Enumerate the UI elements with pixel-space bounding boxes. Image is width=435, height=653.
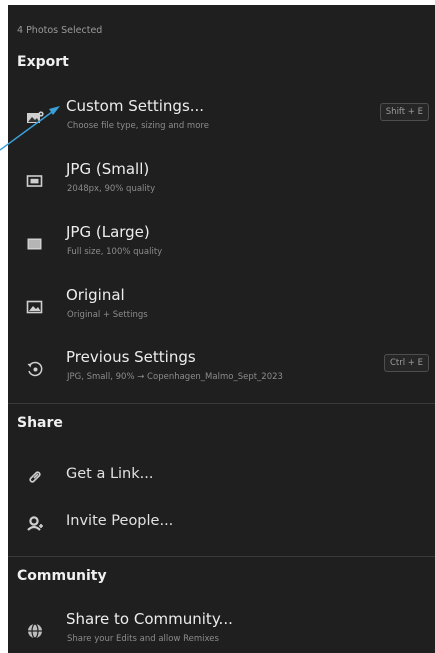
menu-item-subtitle: Share your Edits and allow Remixes [67, 634, 219, 644]
jpg-small-icon [26, 172, 44, 190]
menu-item-title: JPG (Small) [66, 160, 150, 178]
menu-item-title: Previous Settings [66, 348, 196, 366]
selection-count: 4 Photos Selected [17, 25, 103, 36]
menu-item-previous-settings[interactable]: Previous Settings JPG, Small, 90% → Cope… [8, 348, 435, 404]
menu-item-custom-settings[interactable]: Custom Settings... Choose file type, siz… [8, 97, 435, 153]
menu-item-invite-people[interactable]: Invite People... [8, 509, 435, 543]
shortcut-badge: Ctrl + E [383, 354, 429, 372]
globe-icon [26, 622, 44, 640]
menu-item-subtitle: Full size, 100% quality [67, 247, 163, 257]
section-divider [8, 556, 435, 557]
menu-item-subtitle: Choose file type, sizing and more [67, 121, 209, 131]
section-title-community: Community [17, 568, 107, 584]
menu-item-share-to-community[interactable]: Share to Community... Share your Edits a… [8, 610, 435, 653]
link-icon [26, 468, 44, 486]
menu-item-title: Custom Settings... [66, 97, 205, 115]
jpg-large-icon [26, 235, 44, 253]
menu-item-title: Invite People... [66, 513, 174, 529]
menu-item-title: JPG (Large) [66, 223, 150, 241]
menu-item-title: Share to Community... [66, 610, 233, 628]
custom-settings-icon [26, 109, 44, 127]
menu-item-original[interactable]: Original Original + Settings [8, 286, 435, 342]
menu-item-title: Get a Link... [66, 466, 154, 482]
shortcut-badge: Shift + E [379, 103, 429, 121]
menu-item-jpg-small[interactable]: JPG (Small) 2048px, 90% quality [8, 160, 435, 216]
menu-item-subtitle: Original + Settings [67, 310, 148, 320]
section-divider [8, 403, 435, 404]
menu-item-title: Original [66, 286, 125, 304]
section-title-share: Share [17, 415, 63, 431]
section-title-export: Export [17, 54, 69, 70]
export-share-panel: 4 Photos Selected Export Custom Settings… [8, 5, 435, 653]
menu-item-subtitle: 2048px, 90% quality [67, 184, 156, 194]
image-icon [26, 298, 44, 316]
invite-people-icon [26, 515, 44, 533]
history-icon [26, 360, 44, 378]
menu-item-get-link[interactable]: Get a Link... [8, 462, 435, 496]
menu-item-jpg-large[interactable]: JPG (Large) Full size, 100% quality [8, 223, 435, 279]
menu-item-subtitle: JPG, Small, 90% → Copenhagen_Malmo_Sept_… [67, 372, 283, 382]
